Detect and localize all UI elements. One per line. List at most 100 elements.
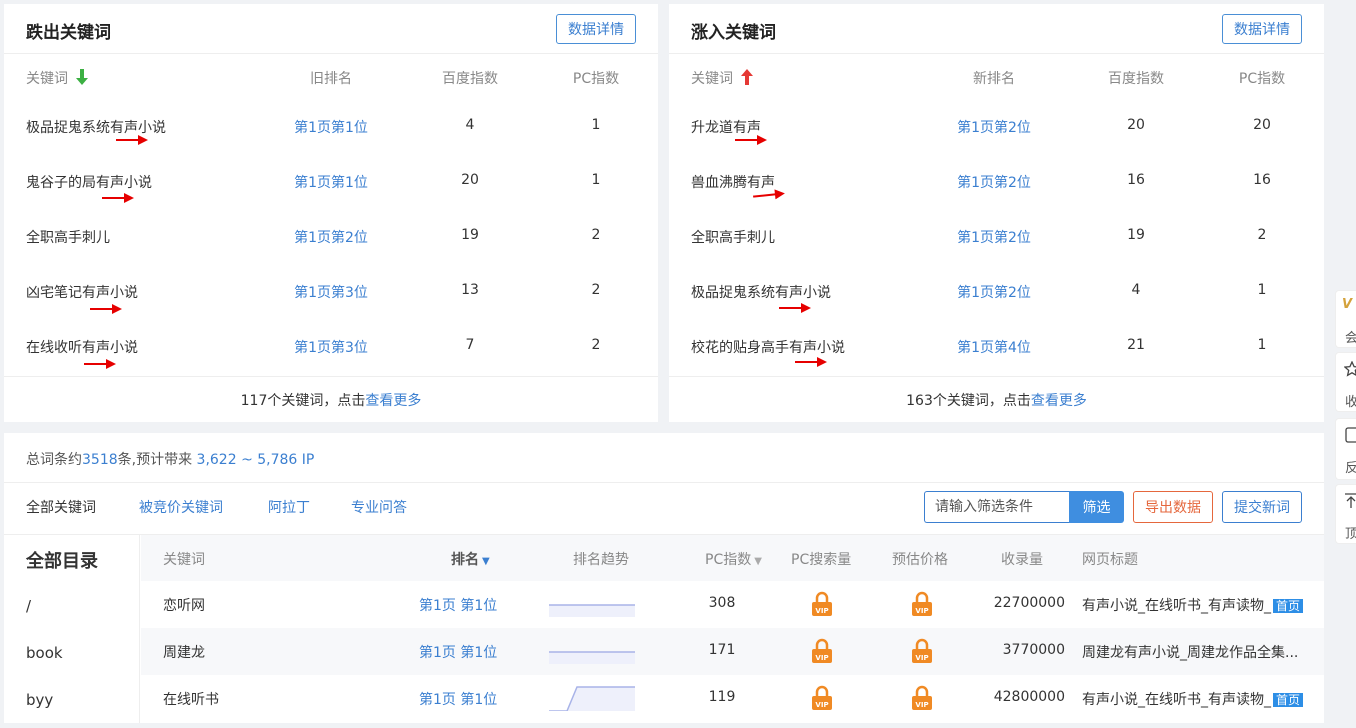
table-row: 全职高手刺儿 第1页第2位 19 2 xyxy=(669,214,1324,269)
rank-link[interactable]: 第1页第2位 xyxy=(954,172,1034,192)
vip-lock-icon[interactable]: VIP xyxy=(811,591,833,617)
rank-link[interactable]: 第1页第1位 xyxy=(291,172,371,192)
vip-lock-icon[interactable]: VIP xyxy=(911,591,933,617)
pc-index-cell: 16 xyxy=(1253,172,1271,188)
tab-professional-qa[interactable]: 专业问答 xyxy=(351,497,407,517)
vip-lock-icon[interactable]: VIP xyxy=(911,685,933,711)
panel-header: 跌出关键词 数据详情 xyxy=(4,4,658,54)
keyword-cell: 全职高手刺儿 xyxy=(26,230,110,246)
rank-link[interactable]: 第1页第2位 xyxy=(291,227,371,247)
svg-text:VIP: VIP xyxy=(815,701,828,709)
rank-link[interactable]: 第1页 第1位 xyxy=(419,642,497,662)
baidu-index-cell: 21 xyxy=(1127,337,1145,353)
tab-all-keywords[interactable]: 全部关键词 xyxy=(26,497,96,517)
pc-index-cell: 119 xyxy=(708,689,736,705)
vip-lock-icon[interactable]: VIP xyxy=(811,685,833,711)
keyword-summary: 总词条约3518条,预计带来 3,622 ~ 5,786 IP xyxy=(26,449,314,469)
header-pc-index-sortable[interactable]: PC指数 ▼ xyxy=(705,549,762,569)
page-title-cell[interactable]: 有声小说_在线听书_有声读物_ 首页 xyxy=(1082,595,1304,615)
view-more-link[interactable]: 查看更多 xyxy=(365,390,421,410)
svg-text:VIP: VIP xyxy=(915,607,928,615)
vip-lock-icon[interactable]: VIP xyxy=(911,638,933,664)
directory-sidebar: 全部目录 / book byy xyxy=(4,535,140,723)
rank-link[interactable]: 第1页第3位 xyxy=(291,337,371,357)
header-rank: 旧排名 xyxy=(310,71,352,87)
pc-index-cell: 2 xyxy=(591,282,601,298)
pc-index-cell: 308 xyxy=(708,595,736,611)
indexed-count-cell: 22700000 xyxy=(993,595,1065,611)
panel-footer: 117个关键词，点击 查看更多 xyxy=(4,376,658,422)
member-icon: V xyxy=(1342,297,1353,312)
view-more-link[interactable]: 查看更多 xyxy=(1031,390,1087,410)
member-float-button[interactable]: V 会 xyxy=(1335,290,1356,348)
baidu-index-cell: 20 xyxy=(1127,117,1145,133)
header-rank-sortable[interactable]: 排名 ▼ xyxy=(451,549,490,569)
header-pc-index: PC指数 xyxy=(572,71,620,87)
side-label: 反 xyxy=(1345,461,1356,476)
rank-link[interactable]: 第1页 第1位 xyxy=(419,595,497,615)
header-baidu-index: 百度指数 xyxy=(442,71,498,87)
keyword-cell: 在线收听有声小说 xyxy=(26,340,138,356)
baidu-index-cell: 19 xyxy=(1127,227,1145,243)
rank-link[interactable]: 第1页 第1位 xyxy=(419,689,497,709)
filter-input[interactable] xyxy=(924,491,1069,523)
header-rank: 新排名 xyxy=(973,71,1015,87)
pc-index-cell: 2 xyxy=(591,227,601,243)
panel-title: 涨入关键词 xyxy=(691,23,776,43)
tab-aladdin[interactable]: 阿拉丁 xyxy=(268,497,310,517)
feedback-float-button[interactable]: 反 xyxy=(1335,418,1356,480)
rising-keywords-panel: 涨入关键词 数据详情 关键词 新排名 百度指数 PC指数 升龙道有声 第1页第2… xyxy=(669,4,1324,422)
table-row: 极品捉鬼系统有声小说 第1页第2位 4 1 xyxy=(669,269,1324,324)
header-pc-search-volume: PC搜索量 xyxy=(791,552,852,568)
table-row: 在线收听有声小说 第1页第3位 7 2 xyxy=(4,324,658,379)
directory-item[interactable]: / xyxy=(26,597,31,615)
tab-bid-keywords[interactable]: 被竞价关键词 xyxy=(139,497,223,517)
data-details-button[interactable]: 数据详情 xyxy=(556,14,636,44)
rank-link[interactable]: 第1页第2位 xyxy=(954,117,1034,137)
pc-index-cell: 1 xyxy=(591,172,601,188)
panel-title: 跌出关键词 xyxy=(26,23,111,43)
baidu-index-cell: 7 xyxy=(465,337,475,353)
rank-link[interactable]: 第1页第4位 xyxy=(954,337,1034,357)
header-baidu-index: 百度指数 xyxy=(1108,71,1164,87)
side-label: 收 xyxy=(1345,395,1356,410)
favorite-float-button[interactable]: 收 xyxy=(1335,352,1356,412)
directory-item[interactable]: book xyxy=(26,644,63,662)
baidu-index-cell: 16 xyxy=(1127,172,1145,188)
panel-header: 涨入关键词 数据详情 xyxy=(669,4,1324,54)
page-title-cell[interactable]: 有声小说_在线听书_有声读物_ 首页 xyxy=(1082,689,1304,709)
filter-button[interactable]: 筛选 xyxy=(1069,491,1124,523)
pc-index-cell: 1 xyxy=(1257,282,1267,298)
header-keyword: 关键词 xyxy=(691,68,754,88)
directory-item[interactable]: byy xyxy=(26,691,53,709)
rank-link[interactable]: 第1页第3位 xyxy=(291,282,371,302)
vip-lock-icon[interactable]: VIP xyxy=(811,638,833,664)
table-header: 关键词 旧排名 百度指数 PC指数 xyxy=(4,54,658,104)
keyword-cell: 在线听书 xyxy=(163,692,219,708)
annotation-arrow-icon xyxy=(795,357,827,367)
rank-link[interactable]: 第1页第2位 xyxy=(954,282,1034,302)
submit-new-keyword-button[interactable]: 提交新词 xyxy=(1222,491,1302,523)
rank-link[interactable]: 第1页第1位 xyxy=(291,117,371,137)
table-row: 在线听书 第1页 第1位 119 VIP VIP 42800000 有声小说_在… xyxy=(141,675,1324,722)
table-row: 鬼谷子的局有声小说 第1页第1位 20 1 xyxy=(4,159,658,214)
keyword-cell: 周建龙 xyxy=(163,645,205,661)
page-title-cell[interactable]: 周建龙有声小说_周建龙作品全集... xyxy=(1082,642,1298,662)
rank-trend-sparkline xyxy=(549,651,635,664)
svg-text:VIP: VIP xyxy=(915,654,928,662)
header-indexed-count: 收录量 xyxy=(1001,552,1043,568)
svg-text:VIP: VIP xyxy=(915,701,928,709)
table-row: 极品捉鬼系统有声小说 第1页第1位 4 1 xyxy=(4,104,658,159)
data-details-button[interactable]: 数据详情 xyxy=(1222,14,1302,44)
annotation-arrow-icon xyxy=(116,135,148,145)
header-keyword: 关键词 xyxy=(163,552,205,568)
rank-link[interactable]: 第1页第2位 xyxy=(954,227,1034,247)
export-data-button[interactable]: 导出数据 xyxy=(1133,491,1213,523)
pc-index-cell: 2 xyxy=(591,337,601,353)
table-row: 凶宅笔记有声小说 第1页第3位 13 2 xyxy=(4,269,658,324)
baidu-index-cell: 20 xyxy=(461,172,479,188)
back-to-top-float-button[interactable]: 顶 xyxy=(1335,484,1356,544)
rank-trend-sparkline xyxy=(549,604,635,617)
arrow-up-icon xyxy=(741,69,754,85)
keyword-cell: 升龙道有声 xyxy=(691,120,761,136)
